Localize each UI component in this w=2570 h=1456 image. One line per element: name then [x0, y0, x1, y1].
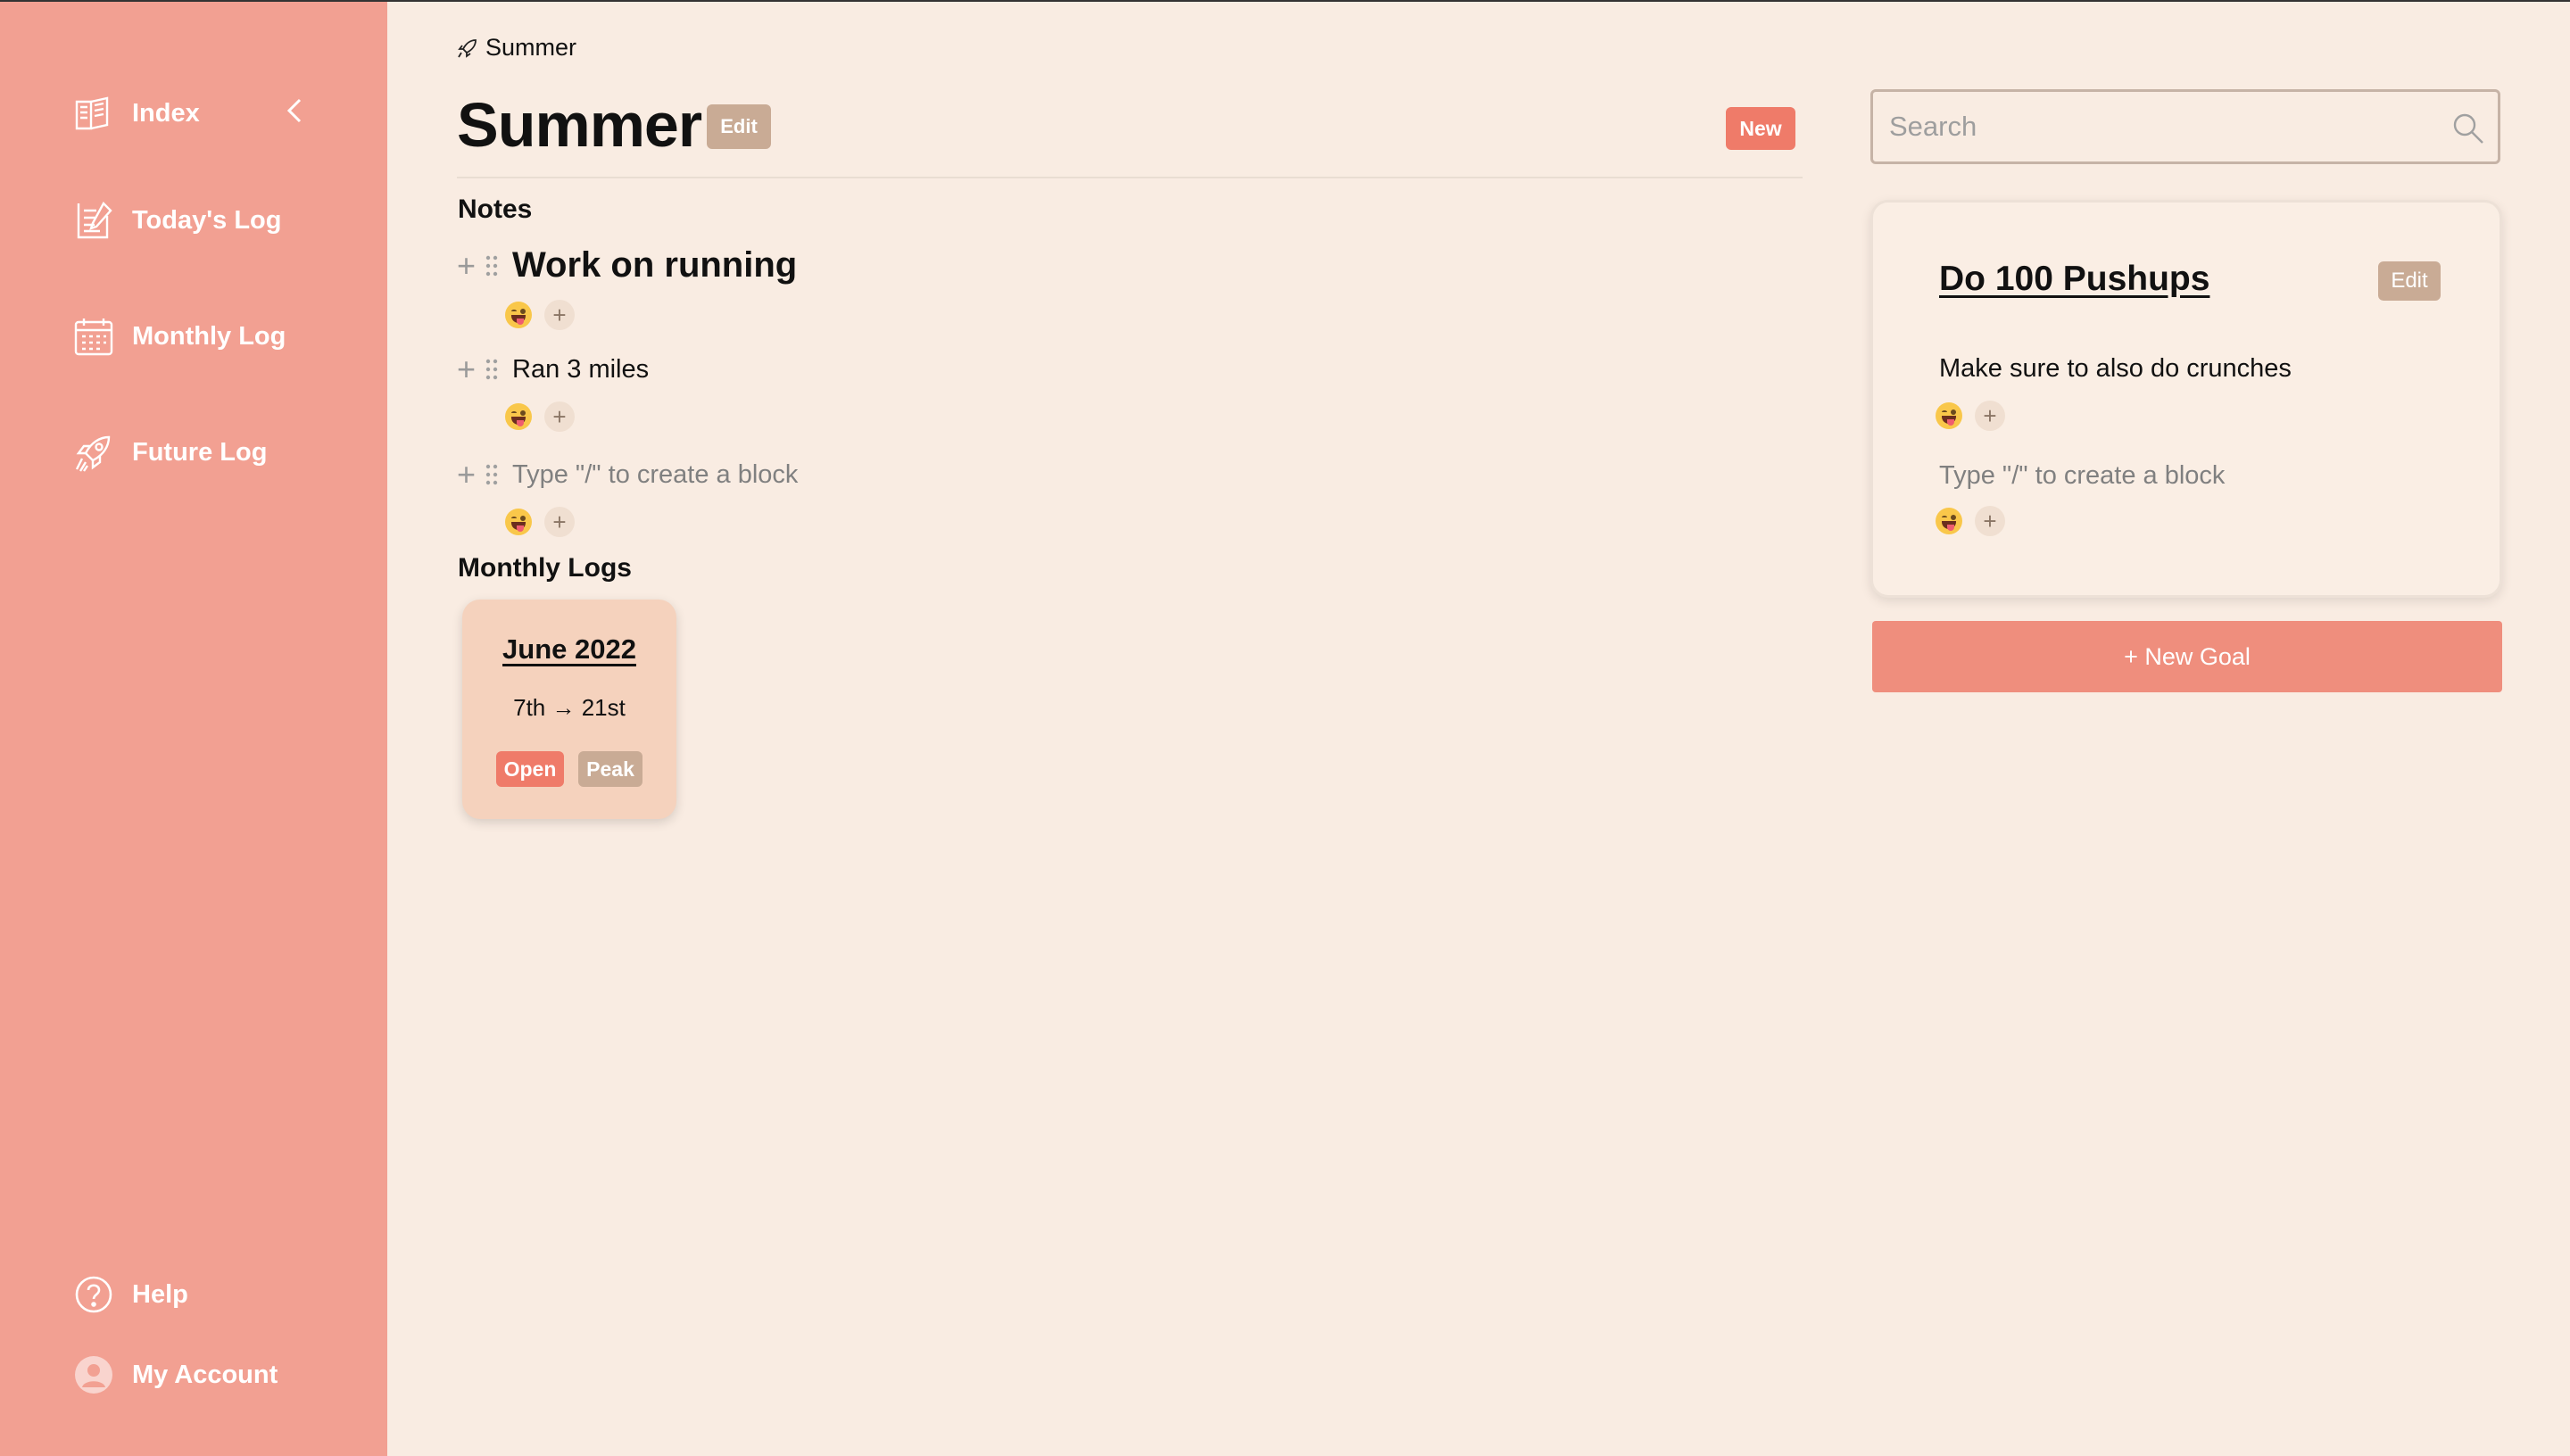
notes-heading: Notes [458, 194, 533, 224]
sidebar-item-label: Monthly Log [132, 321, 286, 351]
winking-tongue-emoji-icon[interactable] [1936, 402, 1962, 429]
note-text[interactable]: Ran 3 miles [512, 355, 649, 385]
search-box [1870, 89, 2500, 164]
sidebar-item-my-account[interactable]: My Account [71, 1353, 278, 1397]
add-reaction-button[interactable]: + [544, 401, 575, 432]
sidebar-item-help[interactable]: Help [71, 1272, 188, 1317]
reaction-row: + [505, 507, 575, 537]
rocket-icon [71, 430, 116, 475]
sidebar-item-index[interactable]: Index [71, 91, 200, 136]
edit-goal-button[interactable]: Edit [2378, 261, 2441, 301]
add-reaction-button[interactable]: + [544, 300, 575, 330]
goal-title[interactable]: Do 100 Pushups [1939, 260, 2209, 299]
drag-handle-icon[interactable] [484, 357, 500, 382]
sidebar-item-todays-log[interactable]: Today's Log [71, 198, 281, 243]
account-icon [71, 1353, 116, 1397]
sidebar-item-label: Today's Log [132, 205, 282, 235]
book-icon [71, 91, 116, 136]
chevron-left-icon[interactable] [282, 93, 309, 128]
reaction-row: + [505, 401, 575, 432]
monthly-logs-heading: Monthly Logs [458, 553, 632, 583]
drag-handle-icon[interactable] [484, 462, 500, 487]
edit-title-button[interactable]: Edit [707, 104, 771, 149]
sidebar-item-future-log[interactable]: Future Log [71, 430, 267, 475]
sidebar-item-monthly-log[interactable]: Monthly Log [71, 314, 286, 359]
title-divider [457, 177, 1803, 178]
monthly-log-title[interactable]: June 2022 [462, 633, 676, 666]
note-block: + Work on running [457, 245, 797, 285]
add-reaction-button[interactable]: + [544, 507, 575, 537]
drag-handle-icon[interactable] [484, 253, 500, 278]
peak-button[interactable]: Peak [578, 751, 642, 787]
window-top-border [0, 0, 2570, 2]
new-block-placeholder[interactable]: Type "/" to create a block [512, 460, 798, 490]
add-reaction-button[interactable]: + [1975, 401, 2005, 431]
sidebar-item-label: My Account [132, 1360, 278, 1389]
sidebar-item-label: Index [132, 98, 200, 128]
note-block: + Ran 3 miles [457, 353, 649, 385]
add-block-icon[interactable]: + [457, 249, 484, 282]
note-block: + Type "/" to create a block [457, 459, 798, 491]
search-icon[interactable] [2451, 112, 2485, 145]
reaction-row: + [1936, 401, 2005, 431]
winking-tongue-emoji-icon[interactable] [505, 403, 532, 430]
breadcrumb[interactable]: Summer [457, 34, 576, 62]
sidebar-item-label: Future Log [132, 437, 268, 467]
sidebar: Index Today's Log Monthly Log Future Log… [0, 0, 387, 1456]
winking-tongue-emoji-icon[interactable] [505, 302, 532, 328]
calendar-icon [71, 314, 116, 359]
page-title: Summer [457, 90, 702, 160]
winking-tongue-emoji-icon[interactable] [505, 509, 532, 535]
open-button[interactable]: Open [496, 751, 564, 787]
rocket-icon [458, 38, 477, 58]
goal-note-text[interactable]: Make sure to also do crunches [1939, 354, 2292, 384]
breadcrumb-label: Summer [485, 34, 577, 61]
new-goal-button[interactable]: + New Goal [1872, 621, 2502, 692]
new-block-placeholder[interactable]: Type "/" to create a block [1939, 461, 2225, 491]
reaction-row: + [1936, 506, 2005, 536]
add-block-icon[interactable]: + [457, 459, 484, 491]
checklist-icon [71, 198, 116, 243]
monthly-log-card[interactable]: June 2022 7th → 21st Open Peak [462, 600, 676, 819]
sidebar-item-label: Help [132, 1279, 188, 1309]
add-reaction-button[interactable]: + [1975, 506, 2005, 536]
winking-tongue-emoji-icon[interactable] [1936, 508, 1962, 534]
reaction-row: + [505, 300, 575, 330]
monthly-log-range: 7th → 21st [513, 694, 626, 721]
note-text[interactable]: Work on running [512, 245, 797, 285]
new-button[interactable]: New [1726, 107, 1795, 150]
search-input[interactable] [1889, 111, 2425, 143]
add-block-icon[interactable]: + [457, 353, 484, 385]
goal-card: Do 100 Pushups Edit Make sure to also do… [1870, 200, 2502, 598]
help-icon [71, 1272, 116, 1317]
